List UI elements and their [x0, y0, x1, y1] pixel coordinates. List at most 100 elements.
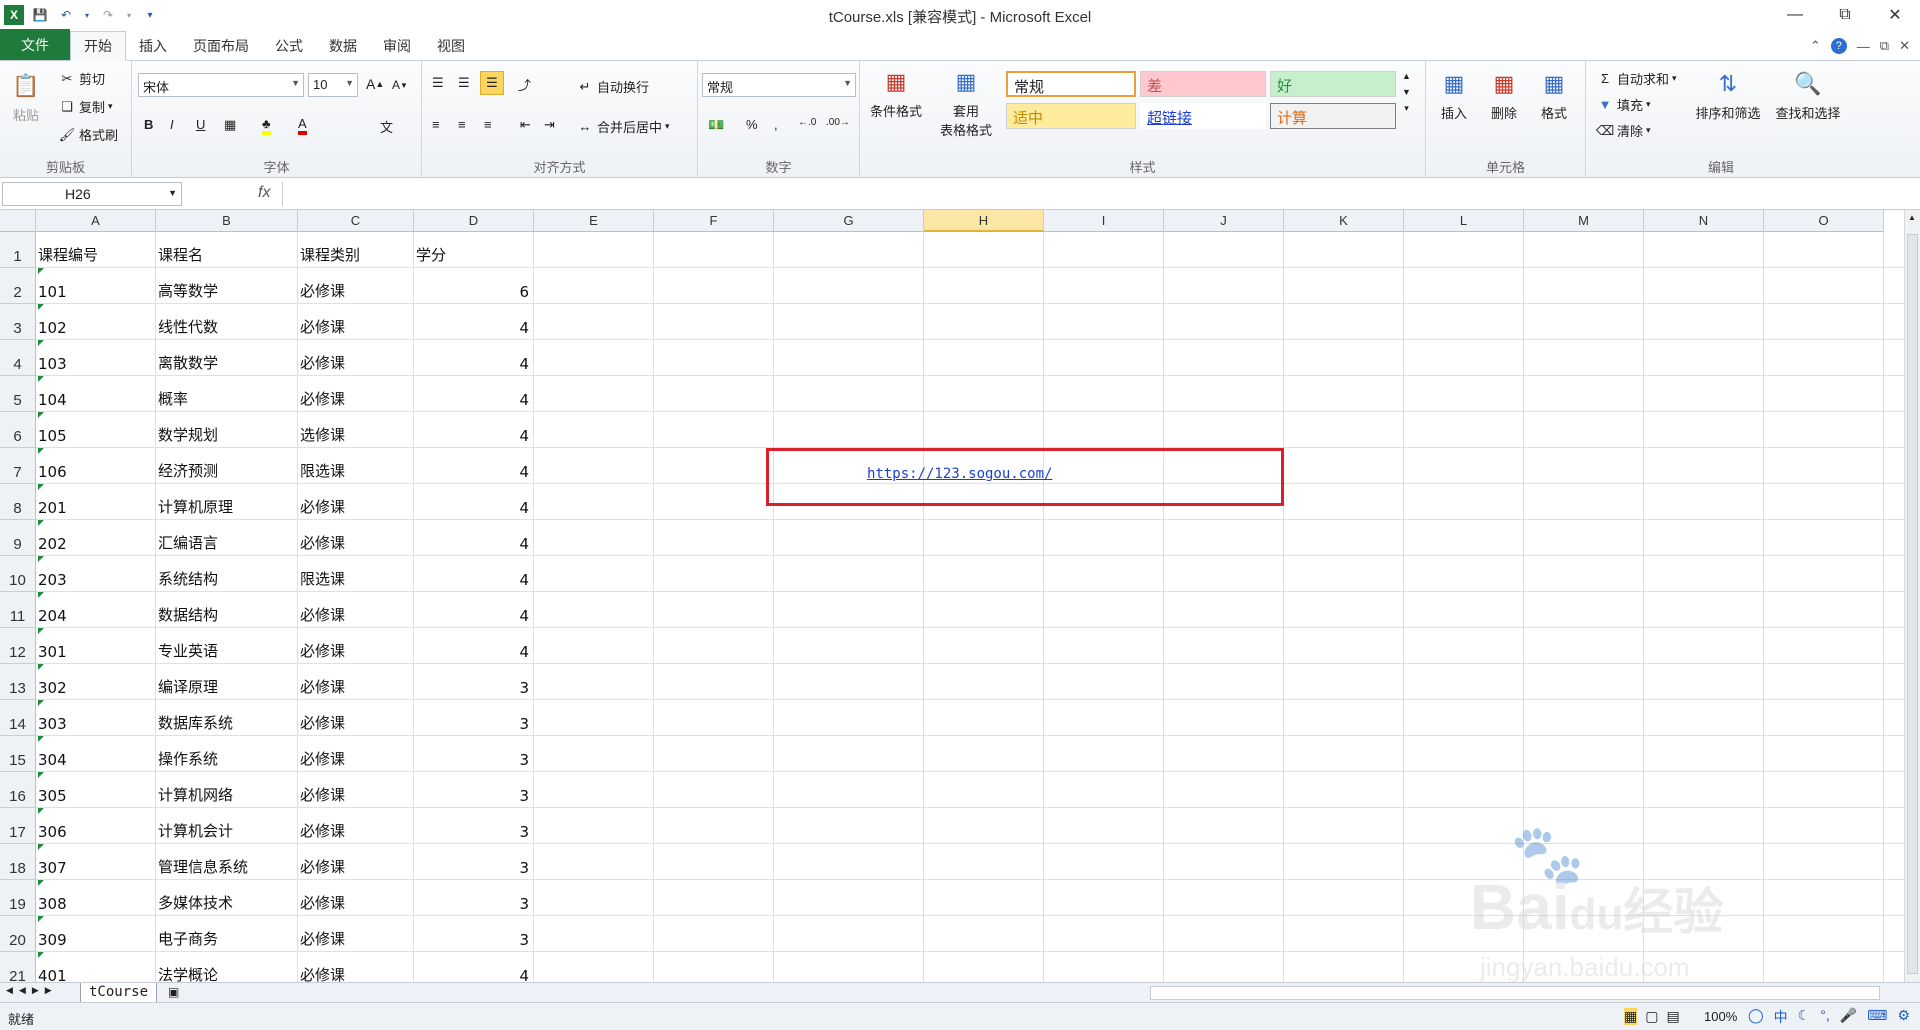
row-header-13[interactable]: 13: [0, 664, 36, 700]
cell-b2[interactable]: 高等数学: [158, 268, 297, 304]
paste-button[interactable]: 📋 粘贴: [6, 69, 46, 124]
conditional-format-button[interactable]: ▦ 条件格式: [866, 65, 926, 120]
cell-d8[interactable]: 4: [416, 484, 533, 520]
row-header-19[interactable]: 19: [0, 880, 36, 916]
row-header-12[interactable]: 12: [0, 628, 36, 664]
column-header-n[interactable]: N: [1644, 210, 1764, 232]
wrap-text-button[interactable]: ↵ 自动换行: [576, 77, 649, 96]
grow-font-button[interactable]: A ▲: [366, 76, 384, 92]
bold-button[interactable]: B: [144, 117, 153, 132]
cell-d20[interactable]: 3: [416, 916, 533, 952]
find-select-button[interactable]: 🔍 查找和选择: [1770, 67, 1846, 122]
cell-d15[interactable]: 3: [416, 736, 533, 772]
cell-c1[interactable]: 课程类别: [300, 232, 413, 268]
comma-button[interactable]: ,: [774, 117, 778, 132]
cell-d2[interactable]: 6: [416, 268, 533, 304]
styles-scroll[interactable]: ▲ ▼ ▾: [1402, 71, 1411, 114]
insert-sheet-icon[interactable]: ▣: [168, 985, 179, 999]
number-format-combo[interactable]: 常规 ▼: [702, 73, 856, 97]
percent-button[interactable]: %: [746, 117, 758, 132]
ime-settings-icon[interactable]: ⚙: [1897, 1007, 1910, 1027]
cell-d5[interactable]: 4: [416, 376, 533, 412]
row-header-15[interactable]: 15: [0, 736, 36, 772]
font-color-button[interactable]: A: [298, 116, 307, 135]
workbook-restore-icon[interactable]: ⧉: [1880, 38, 1889, 54]
row-header-17[interactable]: 17: [0, 808, 36, 844]
cell-c19[interactable]: 必修课: [300, 880, 413, 916]
align-right-button[interactable]: ≡: [484, 117, 492, 132]
style-calculation[interactable]: 计算: [1270, 103, 1396, 129]
cell-b19[interactable]: 多媒体技术: [158, 880, 297, 916]
align-center-button[interactable]: ≡: [458, 117, 466, 132]
cell-c2[interactable]: 必修课: [300, 268, 413, 304]
cell-a11[interactable]: 204: [38, 592, 155, 628]
increase-decimal-button[interactable]: ←.0: [798, 117, 816, 128]
row-header-18[interactable]: 18: [0, 844, 36, 880]
cell-a17[interactable]: 306: [38, 808, 155, 844]
cell-d19[interactable]: 3: [416, 880, 533, 916]
cell-c15[interactable]: 必修课: [300, 736, 413, 772]
decrease-decimal-button[interactable]: .00→: [826, 117, 850, 128]
cell-c8[interactable]: 必修课: [300, 484, 413, 520]
cell-b1[interactable]: 课程名: [158, 232, 297, 268]
row-header-11[interactable]: 11: [0, 592, 36, 628]
cell-b13[interactable]: 编译原理: [158, 664, 297, 700]
cell-b17[interactable]: 计算机会计: [158, 808, 297, 844]
style-neutral[interactable]: 适中: [1006, 103, 1136, 129]
column-header-l[interactable]: L: [1404, 210, 1524, 232]
cell-d10[interactable]: 4: [416, 556, 533, 592]
row-header-21[interactable]: 21: [0, 952, 36, 982]
column-header-a[interactable]: A: [36, 210, 156, 232]
align-left-button[interactable]: ≡: [432, 117, 440, 132]
cell-d18[interactable]: 3: [416, 844, 533, 880]
cell-c17[interactable]: 必修课: [300, 808, 413, 844]
cell-a10[interactable]: 203: [38, 556, 155, 592]
redo-icon[interactable]: ↷: [98, 5, 118, 25]
format-cells-button[interactable]: ▦ 格式: [1532, 67, 1576, 122]
tab-review[interactable]: 审阅: [370, 32, 424, 60]
cell-d21[interactable]: 4: [416, 952, 533, 982]
tab-page-layout[interactable]: 页面布局: [180, 32, 262, 60]
cell-a21[interactable]: 401: [38, 952, 155, 982]
cell-a15[interactable]: 304: [38, 736, 155, 772]
cell-c5[interactable]: 必修课: [300, 376, 413, 412]
fill-button[interactable]: ▼ 填充 ▾: [1596, 95, 1651, 114]
sort-filter-button[interactable]: ⇅ 排序和筛选: [1690, 67, 1766, 122]
format-painter-button[interactable]: 🖌 格式刷: [58, 125, 118, 144]
cell-d17[interactable]: 3: [416, 808, 533, 844]
minimize-ribbon-icon[interactable]: ⌃: [1810, 38, 1821, 54]
cell-c20[interactable]: 必修课: [300, 916, 413, 952]
cell-a7[interactable]: 106: [38, 448, 155, 484]
currency-button[interactable]: 💵: [708, 117, 724, 133]
fill-color-button[interactable]: ♣: [262, 116, 271, 135]
column-header-o[interactable]: O: [1764, 210, 1884, 232]
insert-function-icon[interactable]: fx: [258, 184, 270, 202]
row-header-4[interactable]: 4: [0, 340, 36, 376]
column-header-f[interactable]: F: [654, 210, 774, 232]
cell-d7[interactable]: 4: [416, 448, 533, 484]
scroll-up-icon[interactable]: ▲: [1908, 213, 1916, 222]
tab-insert[interactable]: 插入: [126, 32, 180, 60]
workbook-close-icon[interactable]: ✕: [1899, 38, 1910, 54]
align-top-button[interactable]: ☰: [432, 75, 444, 91]
cell-b16[interactable]: 计算机网络: [158, 772, 297, 808]
undo-dropdown-icon[interactable]: ▾: [82, 5, 92, 25]
cell-d9[interactable]: 4: [416, 520, 533, 556]
cell-b14[interactable]: 数据库系统: [158, 700, 297, 736]
cell-c10[interactable]: 限选课: [300, 556, 413, 592]
vertical-scroll-thumb[interactable]: [1907, 234, 1918, 974]
cell-c21[interactable]: 必修课: [300, 952, 413, 982]
cell-b12[interactable]: 专业英语: [158, 628, 297, 664]
formula-input[interactable]: [282, 182, 1902, 206]
italic-button[interactable]: I: [170, 117, 174, 132]
cell-d3[interactable]: 4: [416, 304, 533, 340]
cell-b8[interactable]: 计算机原理: [158, 484, 297, 520]
cell-b15[interactable]: 操作系统: [158, 736, 297, 772]
cell-a2[interactable]: 101: [38, 268, 155, 304]
column-header-b[interactable]: B: [156, 210, 298, 232]
decrease-indent-button[interactable]: ⇤: [520, 117, 531, 133]
style-hyperlink[interactable]: 超链接: [1140, 103, 1266, 129]
cell-c16[interactable]: 必修课: [300, 772, 413, 808]
align-middle-button[interactable]: ☰: [458, 75, 470, 91]
tab-view[interactable]: 视图: [424, 32, 478, 60]
